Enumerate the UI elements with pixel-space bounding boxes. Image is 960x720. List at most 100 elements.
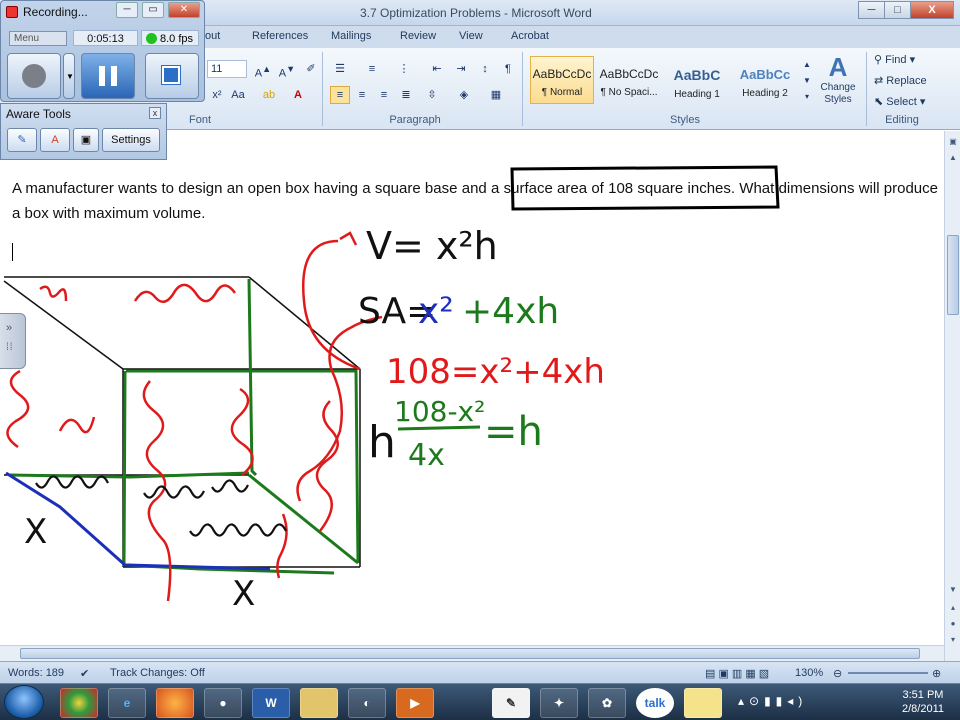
- record-options-button[interactable]: ▼: [63, 53, 75, 99]
- change-styles-button[interactable]: A Change Styles: [816, 52, 860, 110]
- minimize-button[interactable]: ─: [858, 1, 885, 19]
- zoom-in-icon[interactable]: ⊕: [932, 667, 941, 680]
- align-right-icon[interactable]: ≡: [374, 86, 394, 104]
- zoom-slider[interactable]: [848, 672, 928, 674]
- styles-scroll-icon[interactable]: ▲ ▼ ▾: [801, 56, 813, 106]
- dropdown-arrow-icon: ▼: [66, 72, 74, 81]
- sort-icon[interactable]: ↕: [475, 60, 495, 78]
- stop-icon: [161, 65, 181, 85]
- recorder-close-button[interactable]: ✕: [168, 2, 200, 18]
- close-button[interactable]: X: [910, 1, 954, 19]
- start-button[interactable]: [4, 685, 44, 719]
- change-case-icon[interactable]: Aa: [228, 86, 248, 104]
- horizontal-scroll-thumb[interactable]: [20, 648, 920, 659]
- clock[interactable]: 3:51 PM 2/8/2011: [902, 688, 944, 716]
- fraction-rhs: =h: [484, 409, 543, 455]
- justify-icon[interactable]: ≣: [396, 86, 416, 104]
- find-button[interactable]: ⚲ Find ▾: [874, 53, 915, 66]
- numbering-icon[interactable]: ≡: [362, 60, 382, 78]
- font-size-field[interactable]: 11: [207, 60, 247, 78]
- highlight-icon[interactable]: ab: [259, 86, 279, 104]
- pause-button[interactable]: [81, 53, 135, 99]
- multilevel-list-icon[interactable]: ⋮: [394, 60, 414, 78]
- prev-page-icon[interactable]: ▴: [947, 601, 959, 615]
- recording-window[interactable]: Recording... ─ ▭ ✕ Menu 0:05:13 8.0 fps …: [0, 0, 205, 102]
- scroll-down-icon[interactable]: ▼: [947, 583, 959, 597]
- bullets-icon[interactable]: ☰: [330, 60, 350, 78]
- styles-group-label: Styles: [670, 114, 700, 126]
- record-button[interactable]: [7, 53, 61, 99]
- shrink-font-icon[interactable]: A▼: [277, 60, 297, 80]
- tab-mailings[interactable]: Mailings: [331, 30, 371, 42]
- keypad-icon: ⁞⁞: [6, 342, 14, 353]
- image-tool-button[interactable]: ▣: [73, 128, 99, 152]
- tab-acrobat[interactable]: Acrobat: [511, 30, 549, 42]
- word-taskbar-icon[interactable]: W: [252, 688, 290, 718]
- increase-indent-icon[interactable]: ⇥: [451, 60, 471, 78]
- tab-layout[interactable]: out: [205, 30, 220, 42]
- next-page-icon[interactable]: ▾: [947, 633, 959, 647]
- superscript-icon[interactable]: x²: [207, 86, 227, 104]
- ie-icon[interactable]: e: [108, 688, 146, 718]
- browse-object-icon[interactable]: ●: [947, 617, 959, 631]
- shading-icon[interactable]: ◈: [454, 86, 474, 104]
- tools-icon[interactable]: ✦: [540, 688, 578, 718]
- tray-icons[interactable]: ▴⊙▮▮◂): [738, 694, 807, 708]
- borders-icon[interactable]: ▦: [486, 86, 506, 104]
- style-heading-1[interactable]: AaBbC Heading 1: [665, 56, 729, 104]
- word-count[interactable]: Words: 189: [8, 667, 64, 679]
- pen-tool-button[interactable]: ✎: [7, 128, 37, 152]
- view-buttons-icon[interactable]: ▤ ▣ ▥ ▦ ▧: [705, 667, 769, 680]
- zoom-level[interactable]: 130%: [795, 667, 823, 679]
- side-panel-tab[interactable]: » ⁞⁞: [0, 313, 26, 369]
- style-heading-2[interactable]: AaBbCc Heading 2: [733, 56, 797, 104]
- folder-icon[interactable]: [300, 688, 338, 718]
- vertical-scrollbar[interactable]: ▣ ▲ ▼ ▴ ● ▾: [944, 131, 960, 661]
- talk-icon[interactable]: talk: [636, 688, 674, 718]
- decrease-indent-icon[interactable]: ⇤: [427, 60, 447, 78]
- paint-icon[interactable]: ✿: [588, 688, 626, 718]
- ruler-toggle-icon[interactable]: ▣: [947, 135, 959, 149]
- horizontal-scrollbar[interactable]: [0, 645, 944, 661]
- grow-font-icon[interactable]: A▲: [253, 60, 273, 80]
- font-color-icon[interactable]: A: [288, 86, 308, 104]
- align-center-icon[interactable]: ≡: [352, 86, 372, 104]
- clock-time: 3:51 PM: [902, 689, 944, 701]
- recorder-menu-dropdown[interactable]: Menu: [9, 31, 67, 46]
- recorder-app-icon[interactable]: ●: [204, 688, 242, 718]
- vertical-scroll-thumb[interactable]: [947, 235, 959, 315]
- tab-view[interactable]: View: [459, 30, 483, 42]
- track-changes-status[interactable]: Track Changes: Off: [110, 667, 205, 679]
- text-tool-button[interactable]: A: [40, 128, 70, 152]
- fps-indicator: 8.0 fps: [141, 30, 199, 46]
- aware-tools-window[interactable]: Aware Tools x ✎ A ▣ Settings: [0, 103, 167, 160]
- tab-references[interactable]: References: [252, 30, 308, 42]
- clear-format-icon[interactable]: ✐: [301, 60, 321, 78]
- line-spacing-icon[interactable]: ⇳: [422, 86, 442, 104]
- chrome-icon[interactable]: [60, 688, 98, 718]
- zoom-out-icon[interactable]: ⊖: [833, 667, 842, 680]
- select-button[interactable]: ⬉ Select ▾: [874, 95, 925, 108]
- aware-settings-button[interactable]: Settings: [102, 128, 160, 152]
- text-tool-icon: A: [51, 134, 59, 146]
- recorder-minimize-button[interactable]: ─: [116, 2, 138, 18]
- replace-button[interactable]: ⇄ Replace: [874, 74, 927, 87]
- media-player-icon[interactable]: ▶: [396, 688, 434, 718]
- stop-button[interactable]: [145, 53, 199, 99]
- style-no-spacing[interactable]: AaBbCcDc ¶ No Spaci...: [597, 56, 661, 104]
- clock-date: 2/8/2011: [901, 703, 944, 715]
- maximize-button[interactable]: □: [884, 1, 911, 19]
- show-marks-icon[interactable]: ¶: [498, 60, 518, 78]
- align-left-icon[interactable]: ≡: [330, 86, 350, 104]
- journal-icon[interactable]: ✎: [492, 688, 530, 718]
- recorder-restore-button[interactable]: ▭: [142, 2, 164, 18]
- sticky-notes-icon[interactable]: [684, 688, 722, 718]
- firefox-icon[interactable]: [156, 688, 194, 718]
- style-normal[interactable]: AaBbCcDc ¶ Normal: [530, 56, 594, 104]
- aware-tools-close-icon[interactable]: x: [149, 107, 161, 119]
- scroll-up-icon[interactable]: ▲: [947, 151, 959, 165]
- record-circle-icon: [22, 64, 46, 88]
- camtasia-icon[interactable]: ◐: [348, 688, 386, 718]
- tab-review[interactable]: Review: [400, 30, 436, 42]
- proofing-icon[interactable]: ✔: [80, 667, 89, 680]
